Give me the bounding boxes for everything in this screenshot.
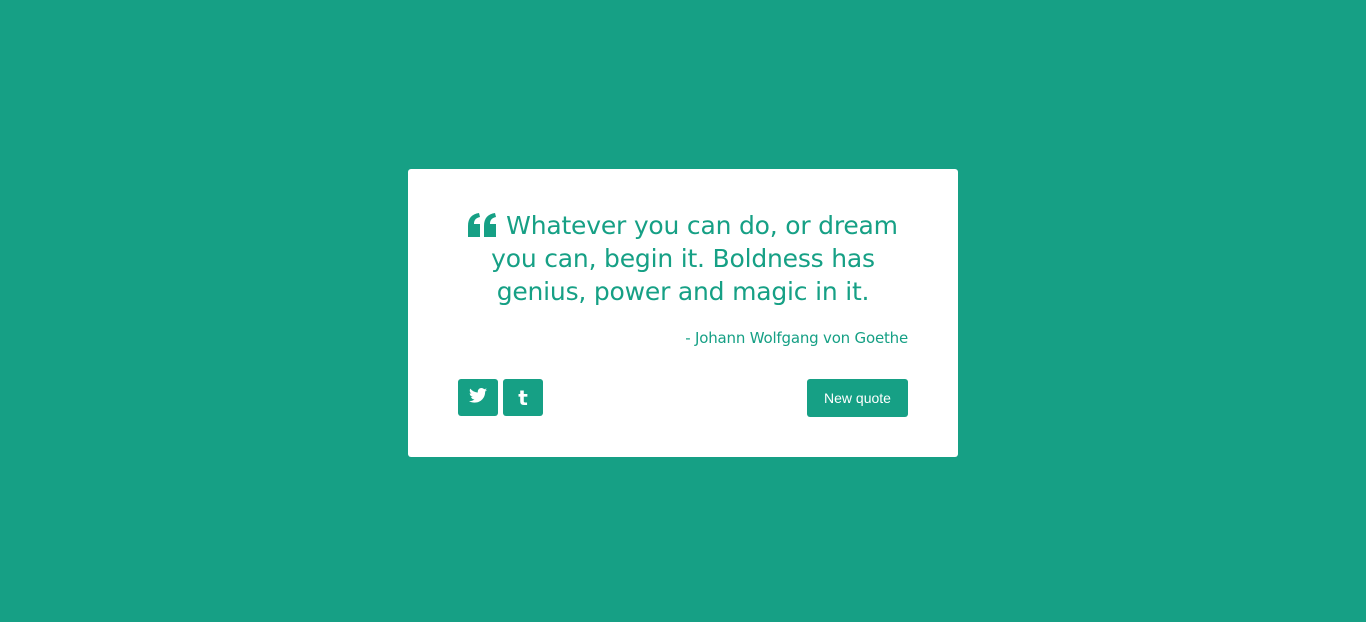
quote-text-block: Whatever you can do, or dream you can, b… (458, 209, 908, 308)
quote-box: Whatever you can do, or dream you can, b… (408, 169, 958, 457)
quote-author: - Johann Wolfgang von Goethe (685, 329, 908, 347)
tumblr-quote-button[interactable]: t (503, 379, 543, 416)
twitter-icon (469, 387, 487, 408)
new-quote-button[interactable]: New quote (807, 379, 908, 417)
quote-text: Whatever you can do, or dream you can, b… (491, 211, 898, 306)
quote-left-icon (468, 212, 498, 237)
tumblr-icon: t (518, 385, 528, 410)
tweet-quote-button[interactable] (458, 379, 498, 416)
